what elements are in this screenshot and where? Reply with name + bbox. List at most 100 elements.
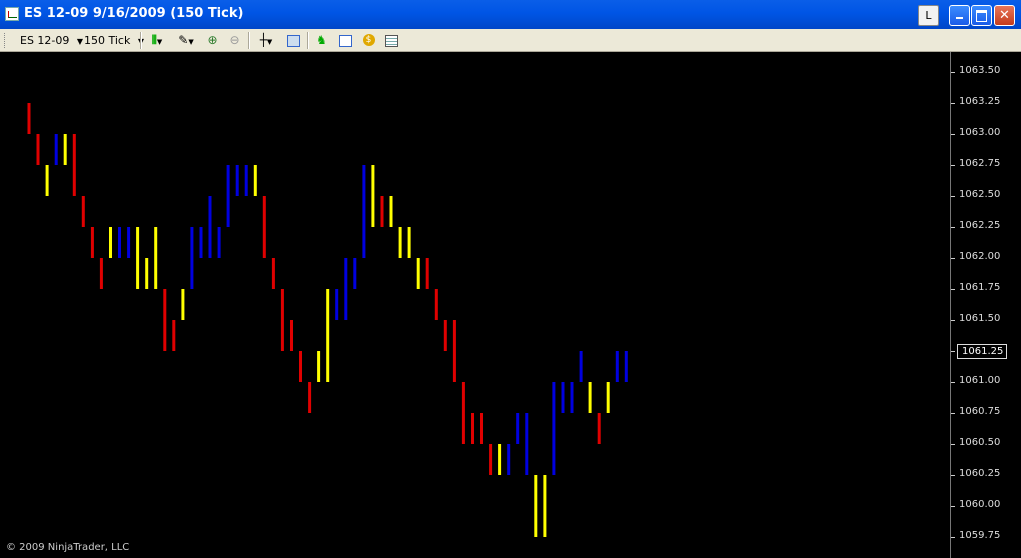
axis-tick-label: 1062.75 xyxy=(959,158,1001,169)
price-bar xyxy=(489,444,493,475)
price-bar xyxy=(498,444,502,475)
axis-tick-label: 1062.50 xyxy=(959,189,1001,200)
zoom-out-icon: ⊖ xyxy=(229,33,240,47)
drawing-tool-button[interactable]: ✎▼ xyxy=(174,32,198,49)
toolbar-grip[interactable] xyxy=(4,33,8,48)
chart-toolbar: ES 12-09 ▼ 150 Tick ▼ ⫴▼ ✎▼ ⊕ ⊖ ┼▼ ♞ xyxy=(0,29,1021,52)
price-bar xyxy=(163,289,167,351)
axis-tick xyxy=(951,351,955,352)
price-bar xyxy=(36,134,40,165)
axis-tick xyxy=(951,475,955,476)
price-bar xyxy=(570,382,574,413)
close-button[interactable]: ✕ xyxy=(994,5,1015,26)
chevron-down-icon: ▼ xyxy=(76,37,84,46)
price-bar xyxy=(389,196,393,227)
price-bar xyxy=(452,320,456,382)
price-bar xyxy=(27,103,31,134)
price-bar xyxy=(525,413,529,475)
price-bar xyxy=(434,289,438,320)
strategy-icon: ♞ xyxy=(316,33,327,47)
price-bar xyxy=(534,475,538,537)
price-bar xyxy=(615,351,619,382)
instrument-selector[interactable]: ES 12-09 ▼ xyxy=(20,32,83,49)
price-bar xyxy=(199,227,203,258)
price-bar xyxy=(181,289,185,320)
axis-tick-label: 1063.00 xyxy=(959,127,1001,138)
chevron-down-icon: ▼ xyxy=(188,38,194,46)
axis-tick xyxy=(951,134,955,135)
price-bar xyxy=(99,258,103,289)
price-bar xyxy=(154,227,158,289)
instrument-label: ES 12-09 xyxy=(20,34,70,47)
price-bar xyxy=(507,444,511,475)
price-bar xyxy=(208,196,212,258)
axis-tick-label: 1062.25 xyxy=(959,220,1001,231)
price-bar xyxy=(244,165,248,196)
price-bar xyxy=(253,165,257,196)
price-bar xyxy=(299,351,302,382)
copyright-text: © 2009 NinjaTrader, LLC xyxy=(6,542,130,553)
axis-tick xyxy=(951,103,955,104)
chart-panel[interactable] xyxy=(0,52,1021,558)
price-bar xyxy=(588,382,592,413)
axis-tick-label: 1059.75 xyxy=(959,530,1001,541)
currency-button[interactable]: $ xyxy=(360,32,377,49)
data-box-button[interactable] xyxy=(383,32,400,49)
axis-tick xyxy=(951,258,955,259)
price-bar xyxy=(317,351,321,382)
price-bar xyxy=(561,382,565,413)
maximize-icon xyxy=(976,10,987,22)
indicator-button[interactable] xyxy=(337,32,354,49)
price-bar xyxy=(443,320,447,351)
price-bar xyxy=(552,382,556,475)
price-bar xyxy=(81,196,85,227)
price-bar xyxy=(172,320,176,351)
price-bar xyxy=(308,382,312,413)
price-bar xyxy=(280,289,284,351)
interval-selector[interactable]: 150 Tick ▼ xyxy=(84,32,144,49)
price-bar xyxy=(235,165,239,196)
axis-tick xyxy=(951,227,955,228)
price-bar xyxy=(461,382,465,444)
chart-window: ES 12-09 9/16/2009 (150 Tick) L ✕ ES 12-… xyxy=(0,0,1021,558)
crosshair-button[interactable]: ┼▼ xyxy=(254,32,278,49)
price-bar xyxy=(597,413,601,444)
price-bar xyxy=(118,227,121,258)
price-bar xyxy=(326,289,330,382)
title-bar[interactable]: ES 12-09 9/16/2009 (150 Tick) L ✕ xyxy=(0,0,1021,29)
axis-tick xyxy=(951,320,955,321)
chart-style-button[interactable]: ⫴▼ xyxy=(145,32,169,49)
chevron-down-icon: ▼ xyxy=(266,38,273,46)
price-bar xyxy=(109,227,112,258)
price-bar xyxy=(217,227,221,258)
price-axis[interactable]: 1063.50 1063.25 1063.00 1062.75 1062.50 1062.… xyxy=(950,52,1021,558)
price-bar xyxy=(624,351,628,382)
price-bar xyxy=(344,258,348,320)
price-bar xyxy=(262,196,266,258)
price-bar xyxy=(543,475,547,537)
axis-tick-label: 1061.50 xyxy=(959,313,1001,324)
snapshot-button[interactable] xyxy=(285,32,302,49)
last-price-marker: 1061.25 xyxy=(957,344,1008,359)
minimize-button[interactable] xyxy=(949,5,970,26)
price-bar xyxy=(471,413,474,444)
price-bar xyxy=(90,227,94,258)
strategy-button[interactable]: ♞ xyxy=(313,32,330,49)
window-title: ES 12-09 9/16/2009 (150 Tick) xyxy=(24,6,244,21)
crosshair-icon: ┼ xyxy=(259,33,267,47)
axis-tick xyxy=(951,382,955,383)
link-button[interactable]: L xyxy=(918,5,939,26)
price-bar xyxy=(127,227,131,258)
zoom-out-button[interactable]: ⊖ xyxy=(226,32,243,49)
axis-tick-label: 1061.00 xyxy=(959,375,1001,386)
maximize-button[interactable] xyxy=(971,5,992,26)
chevron-down-icon: ▼ xyxy=(156,38,163,46)
price-bar xyxy=(335,289,339,320)
axis-tick-label: 1063.50 xyxy=(959,65,1001,76)
toolbar-separator xyxy=(248,32,250,49)
zoom-in-button[interactable]: ⊕ xyxy=(204,32,221,49)
data-box-icon xyxy=(385,35,398,47)
axis-tick xyxy=(951,165,955,166)
price-bar xyxy=(271,258,275,289)
axis-tick-label: 1060.50 xyxy=(959,437,1001,448)
